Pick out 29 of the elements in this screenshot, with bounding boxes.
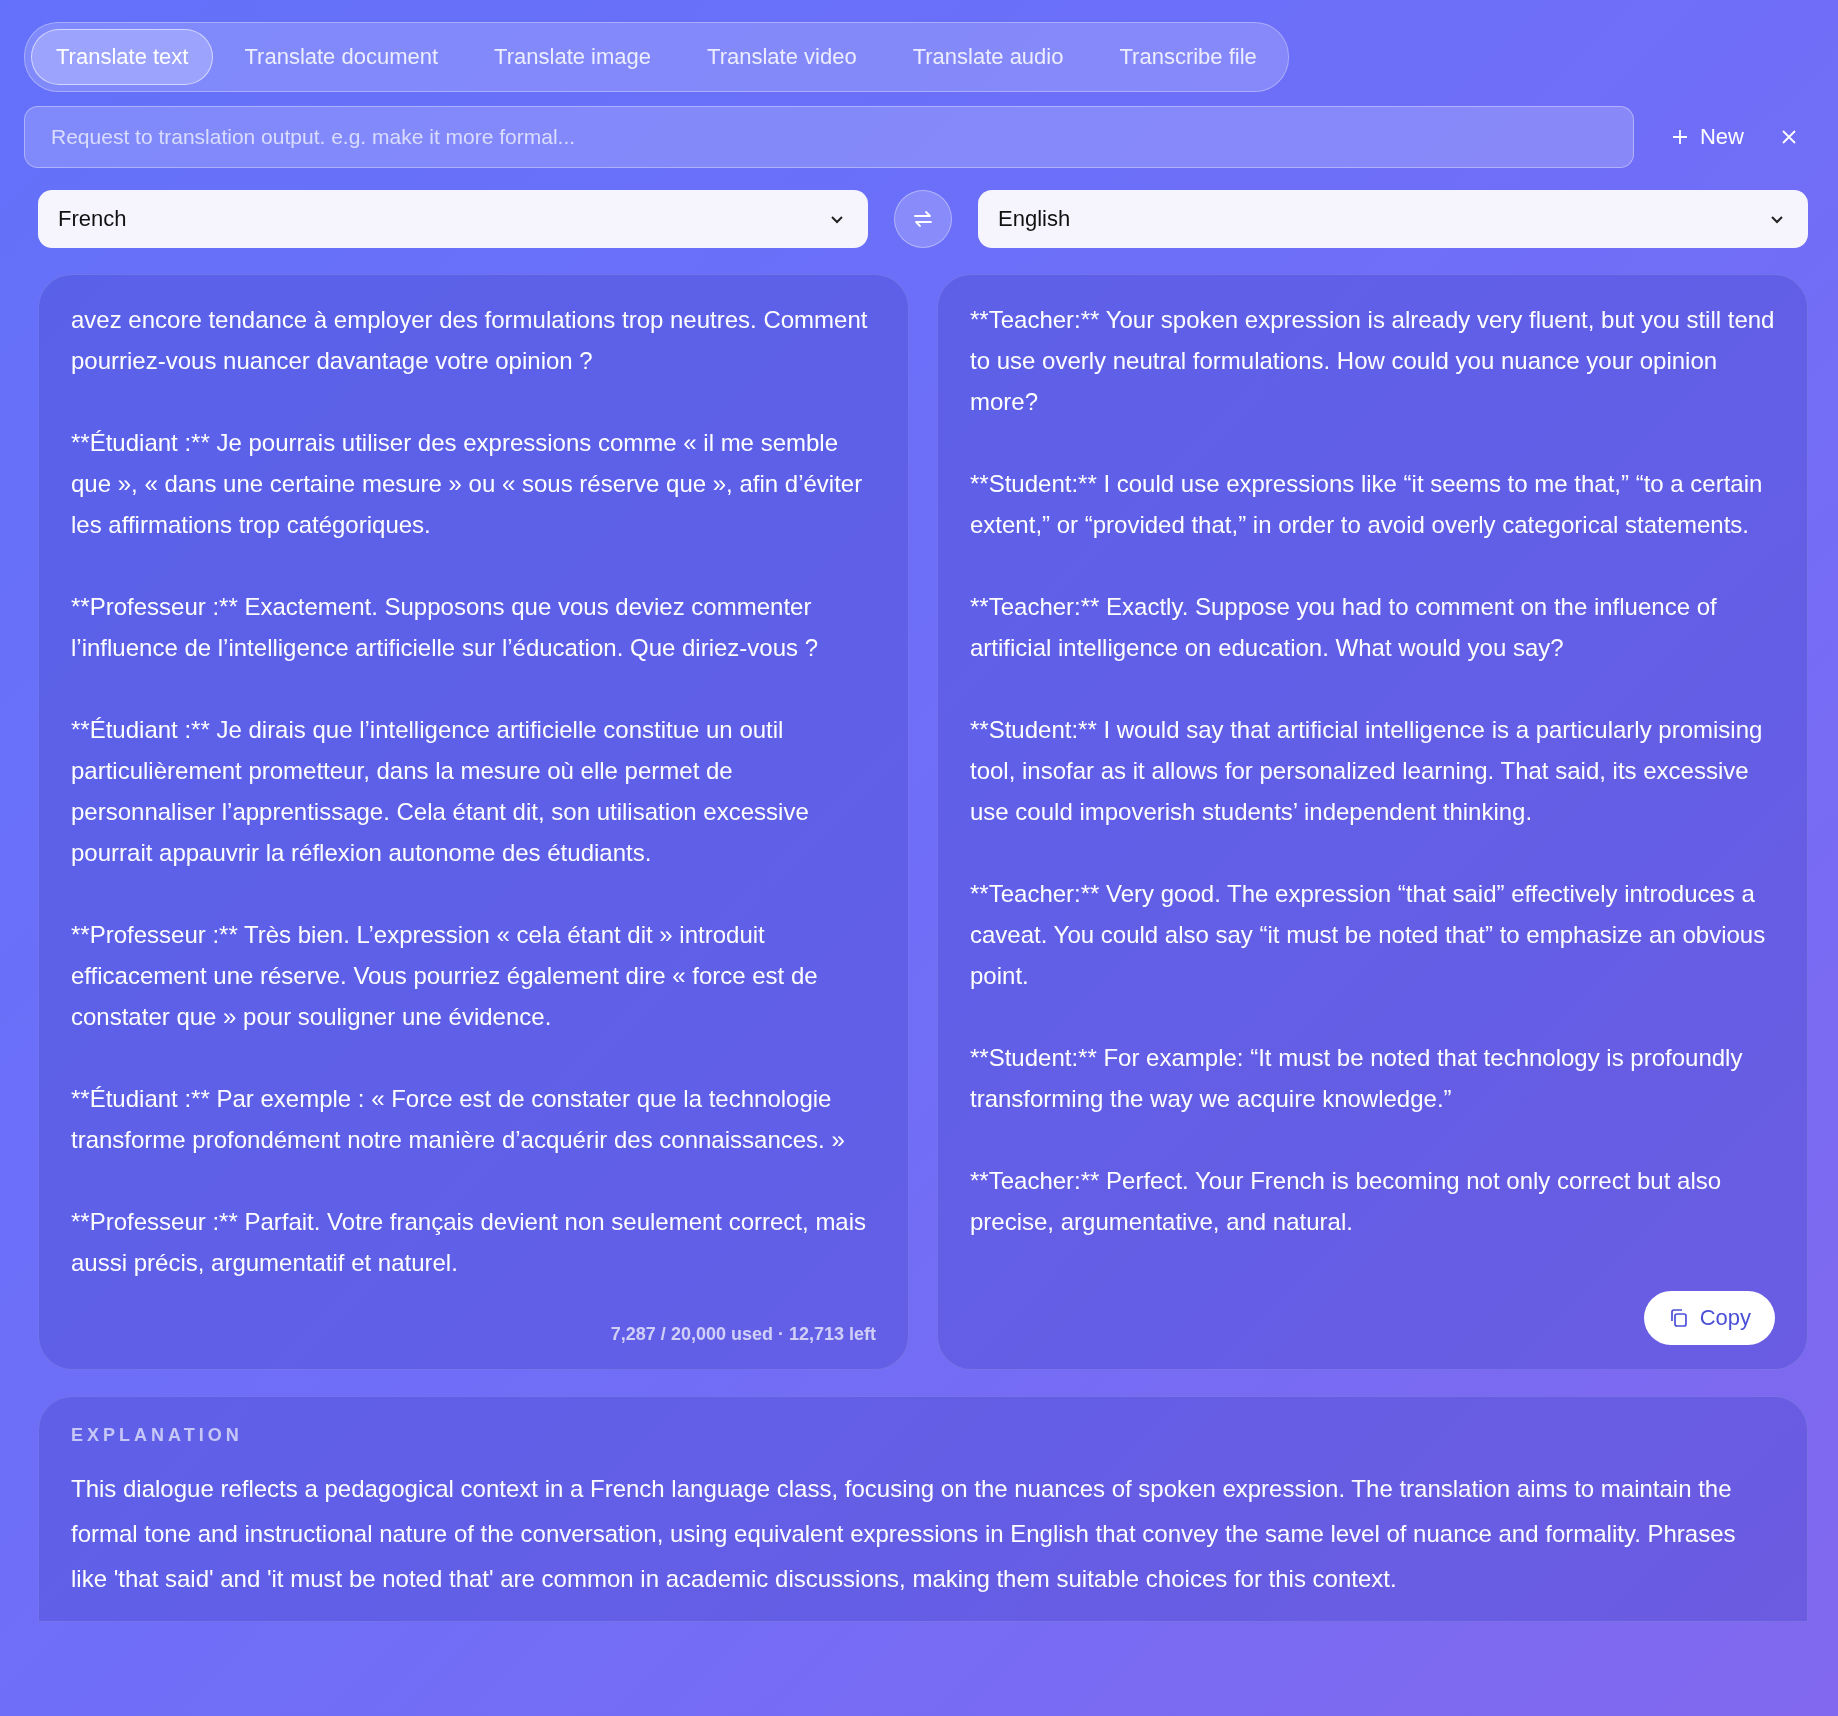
character-count: 7,287 / 20,000 used · 12,713 left (610, 1324, 876, 1345)
close-icon[interactable] (1780, 128, 1798, 146)
new-button[interactable]: New (1664, 123, 1750, 151)
source-paragraph: **Étudiant :** Je pourrais utiliser des expressions comme « il me semble que », « dans une certaine mesure » ou « sous réserve que », afin d’éviter les affirmations trop catégoriques. (71, 428, 864, 540)
source-paragraph: **Professeur :** Parfait. Votre français devient non seulement correct, mais aussi précis, argumentatif et naturel. (71, 1207, 868, 1278)
translated-paragraph: **Student:** For example: “It must be noted that technology is profoundly transforming the way we acquire knowledge.” (970, 1043, 1744, 1114)
translated-paragraph: **Teacher:** Very good. The expression “that said” effectively introduces a caveat. You could also say “it must be noted that” to emphasize an obvious point. (970, 879, 1767, 991)
translated-paragraph: **Student:** I could use expressions like “it seems to me that,” “to a certain extent,” or “provided that,” in order to avoid overly categorical statements. (970, 469, 1764, 540)
source-paragraph: **Étudiant :** Par exemple : « Force est de constater que la technologie transforme profondément notre manière d’acquérir des connaissances. » (71, 1084, 846, 1155)
source-paragraph: **Étudiant :** Je dirais que l’intelligence artificielle constitue un outil particulièrement prometteur, dans la mesure où elle permet de personnaliser l’apprentissage. Cela étant dit, son utilisation excessive pourrait appauvrir la réflexion autonome des étudiants. (71, 715, 810, 868)
plus-icon (1670, 127, 1690, 147)
tab[interactable]: Translate image (469, 29, 676, 85)
translated-paragraph: **Teacher:** Exactly. Suppose you had to comment on the influence of artificial intelligence on education. What would you say? (970, 592, 1718, 663)
translated-paragraph: **Student:** I would say that artificial intelligence is a particularly promising tool, insofar as it allows for personalized learning. That said, its excessive use could impoverish students’ independent thinking. (970, 715, 1764, 827)
tab[interactable]: Translate audio (887, 29, 1089, 85)
source-paragraph: **Professeur :** Exactement. Supposons que vous deviez commenter l’influence de l’intelligence artificielle sur l’éducation. Que diriez-vous ? (71, 592, 820, 663)
translated-paragraph: **Teacher:** Perfect. Your French is becoming not only correct but also precise, argumentative, and natural. (970, 1166, 1723, 1237)
explanation-text: This dialogue reflects a pedagogical context in a French language class, focusing on the nuances of spoken expression. The translation aims to maintain the formal tone and instructional nature of the conversation, using equivalent expressions in English that convey the same level of nuance and formality. Phrases like 'that said' and 'it must be noted that' are common in academic discussions, making them suitable choices for this context. (71, 1474, 1737, 1594)
tab[interactable]: Translate text (31, 29, 214, 85)
source-language-select[interactable]: French (38, 190, 868, 248)
tab[interactable]: Transcribe file (1094, 29, 1282, 85)
explanation-label: EXPLANATION (71, 1425, 244, 1446)
copy-button[interactable]: Copy (1643, 1291, 1775, 1345)
source-paragraph: **Professeur :** Très bien. L’expression « cela étant dit » introduit efficacement une réserve. Vous pourriez également dire « force est de constater que » pour souligner une évidence. (71, 920, 819, 1032)
tab[interactable]: Translate video (682, 29, 882, 85)
tab[interactable]: Translate document (219, 29, 464, 85)
target-language-select[interactable]: English (978, 190, 1808, 248)
source-paragraph: avez encore tendance à employer des formulations trop neutres. Comment pourriez-vous nuancer davantage votre opinion ? (71, 305, 869, 376)
translated-paragraph: **Teacher:** Your spoken expression is already very fluent, but you still tend to use overly neutral formulations. How could you nuance your opinion more? (970, 305, 1775, 417)
